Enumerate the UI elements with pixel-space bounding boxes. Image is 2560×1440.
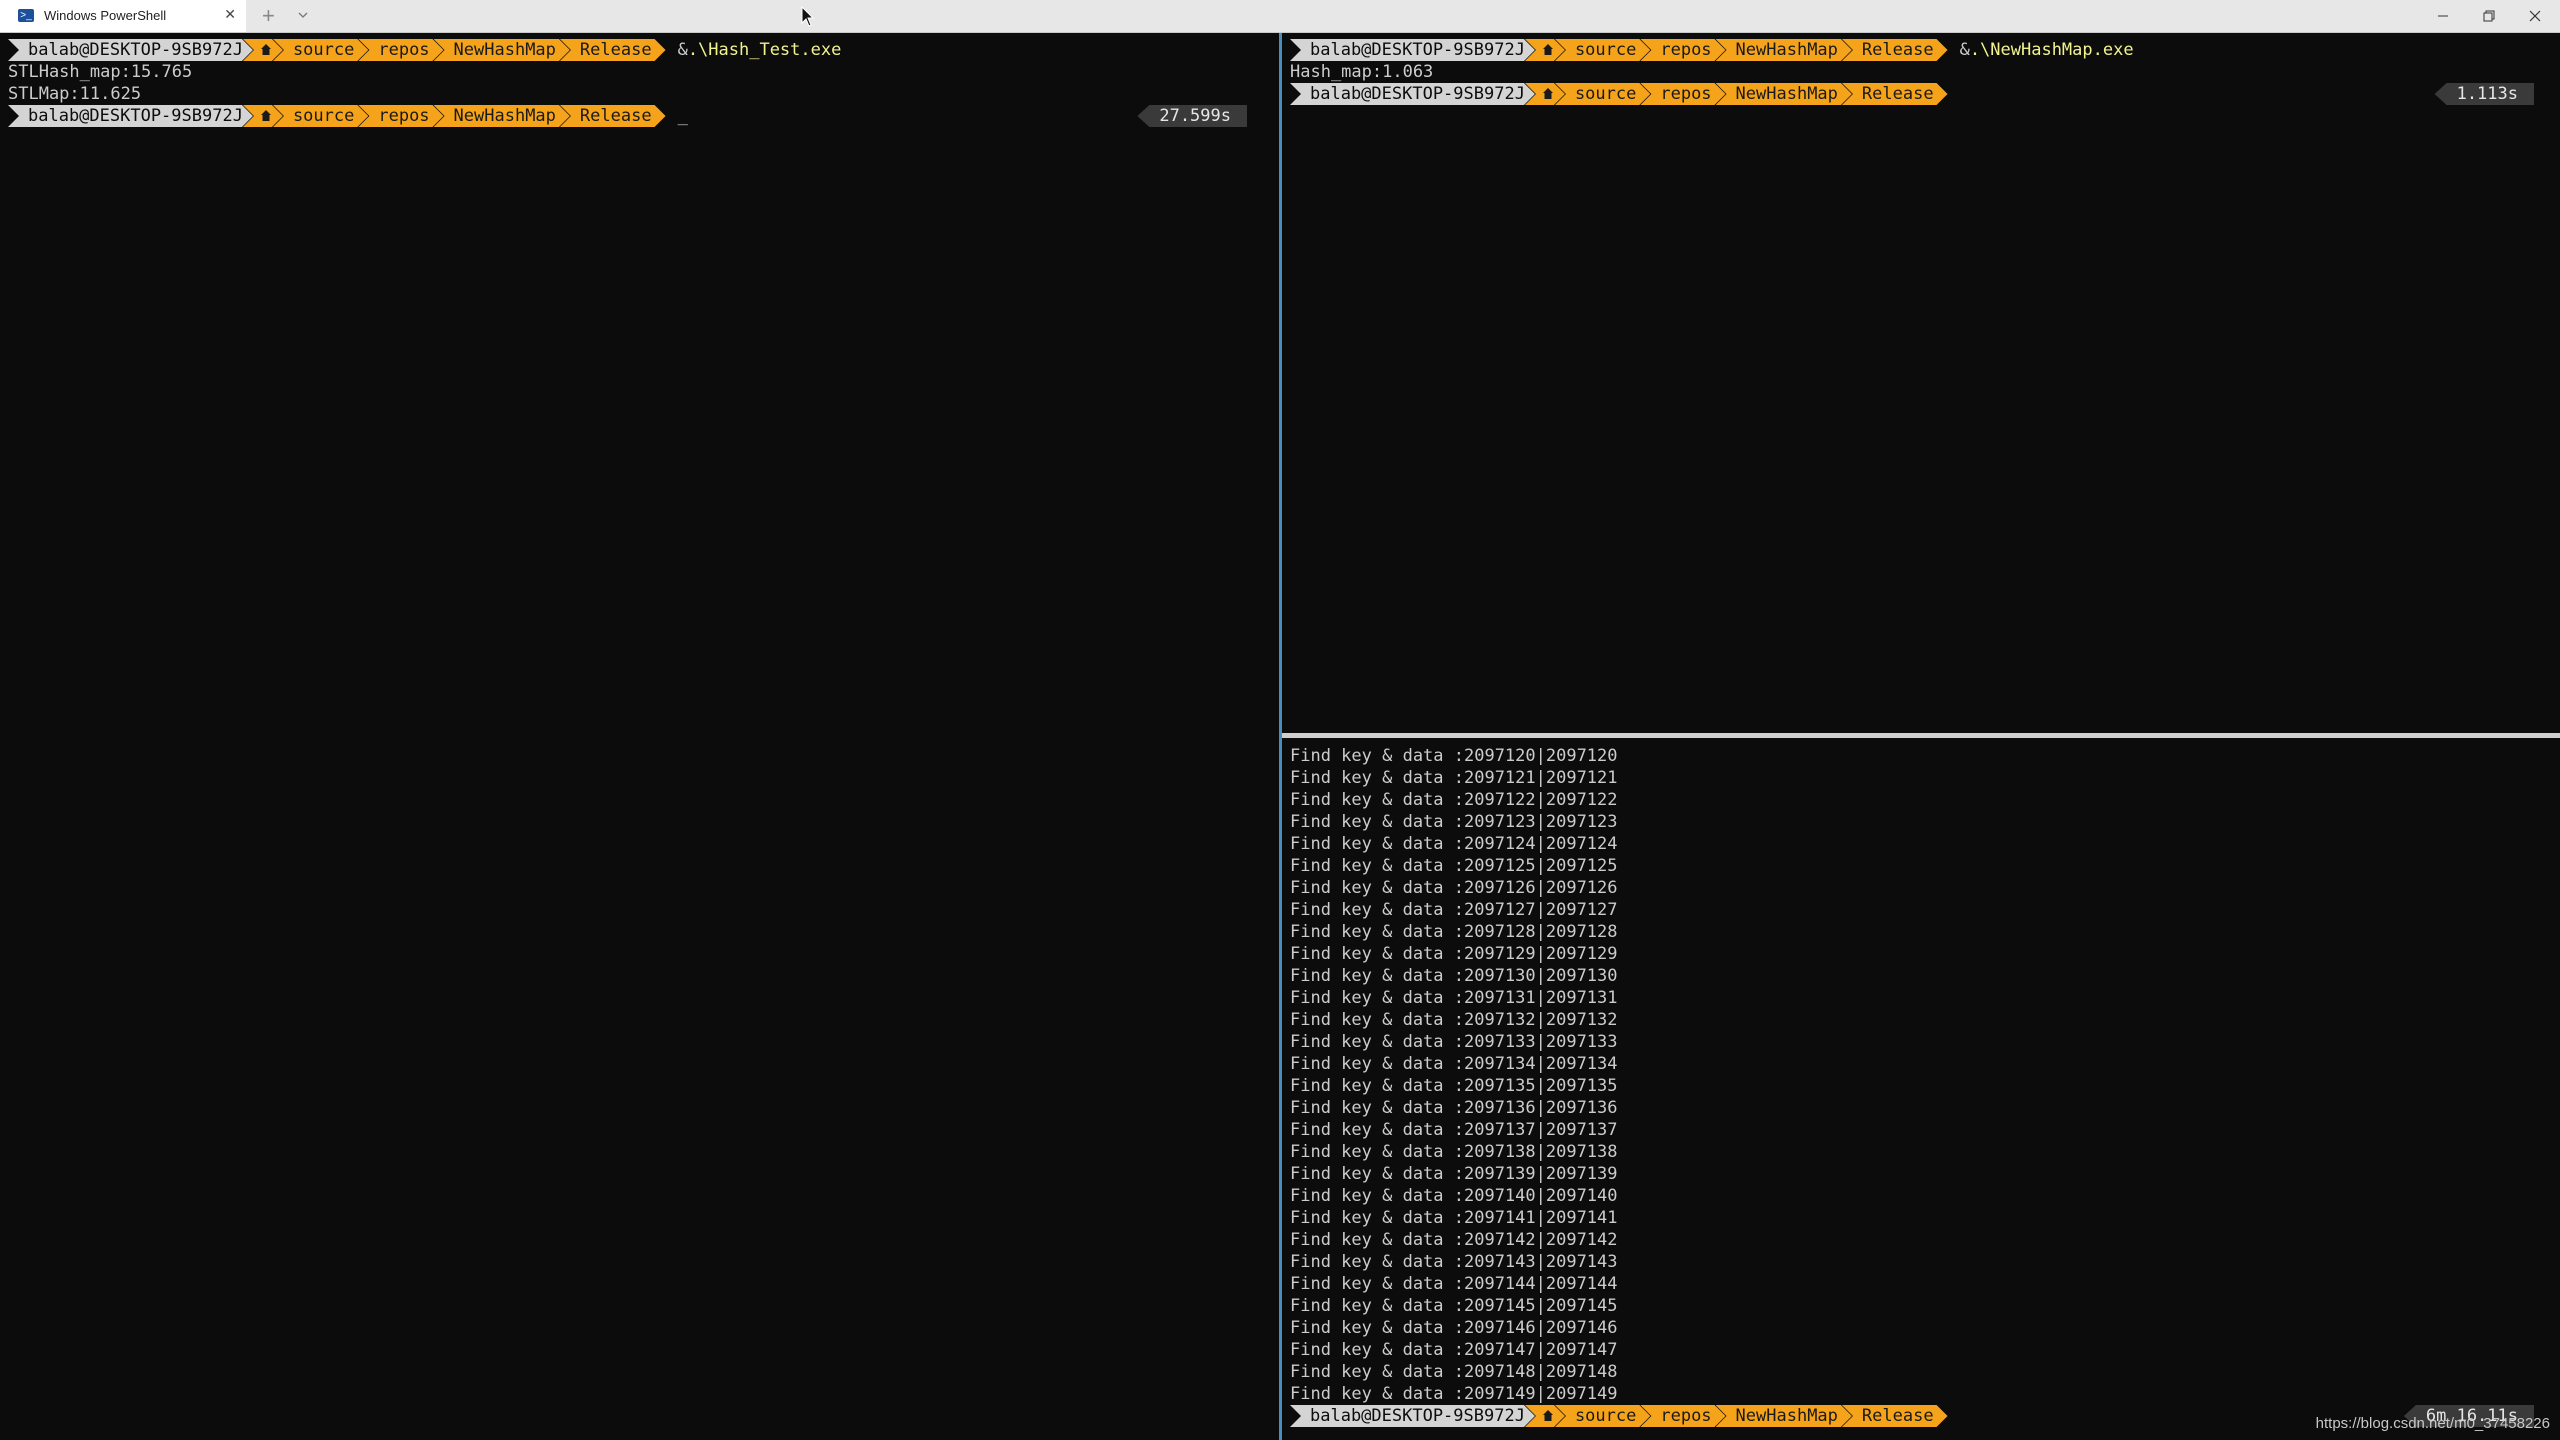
output-line: Find key & data :2097133|2097133 xyxy=(1290,1032,1618,1052)
prompt-path-segment: Release xyxy=(1842,39,1948,61)
prompt-path-segment: repos xyxy=(1640,39,1725,61)
output-line: Find key & data :2097128|2097128 xyxy=(1290,922,1618,942)
output-line: Find key & data :2097146|2097146 xyxy=(1290,1318,1618,1338)
output-line: Find key & data :2097122|2097122 xyxy=(1290,790,1618,810)
output-line: Find key & data :2097142|2097142 xyxy=(1290,1230,1618,1250)
prompt-path-segment: repos xyxy=(1640,1405,1725,1427)
prompt-path-segment: NewHashMap xyxy=(1716,83,1852,105)
prompt-user-segment: balab@DESKTOP-9SB972J xyxy=(8,39,253,61)
prompt-line: balab@DESKTOP-9SB972J source repos NewHa… xyxy=(1290,1405,1948,1427)
output-line: Find key & data :2097121|2097121 xyxy=(1290,768,1618,788)
output-line: Hash_map:1.063 xyxy=(1290,62,1434,82)
output-line: Find key & data :2097120|2097120 xyxy=(1290,746,1618,766)
output-line: Find key & data :2097139|2097139 xyxy=(1290,1164,1618,1184)
output-line: STLMap:11.625 xyxy=(8,84,142,104)
command-text: &.\NewHashMap.exe xyxy=(1959,40,2134,60)
prompt-path-segment: Release xyxy=(1842,83,1948,105)
command-text: &.\Hash_Test.exe xyxy=(677,40,842,60)
close-window-button[interactable] xyxy=(2512,0,2558,32)
output-line: Find key & data :2097131|2097131 xyxy=(1290,988,1618,1008)
prompt-path-segment: repos xyxy=(358,39,443,61)
prompt-path-segment: source xyxy=(273,105,368,127)
prompt-user-segment: balab@DESKTOP-9SB972J xyxy=(8,105,253,127)
prompt-line: balab@DESKTOP-9SB972J source repos NewHa… xyxy=(1290,83,1948,105)
prompt-user-segment: balab@DESKTOP-9SB972J xyxy=(1290,39,1535,61)
title-bar: >_ Windows PowerShell ✕ + xyxy=(0,0,2560,33)
output-line: Find key & data :2097149|2097149 xyxy=(1290,1384,1618,1404)
prompt-path-segment: Release xyxy=(560,39,666,61)
prompt-path-segment: repos xyxy=(358,105,443,127)
text-cursor: _ xyxy=(677,106,688,126)
command-duration: 27.599s xyxy=(1137,105,1247,127)
output-line: Find key & data :2097130|2097130 xyxy=(1290,966,1618,986)
terminal-pane-right-top[interactable]: balab@DESKTOP-9SB972J source repos NewHa… xyxy=(1282,33,2560,733)
command-duration: 1.113s xyxy=(2434,83,2534,105)
prompt-line: balab@DESKTOP-9SB972J source repos NewHa… xyxy=(8,105,688,127)
output-line: Find key & data :2097123|2097123 xyxy=(1290,812,1618,832)
output-line: Find key & data :2097134|2097134 xyxy=(1290,1054,1618,1074)
output-line: Find key & data :2097143|2097143 xyxy=(1290,1252,1618,1272)
output-line: Find key & data :2097144|2097144 xyxy=(1290,1274,1618,1294)
prompt-path-segment: NewHashMap xyxy=(1716,1405,1852,1427)
mouse-cursor-icon xyxy=(801,5,815,32)
output-line: Find key & data :2097132|2097132 xyxy=(1290,1010,1618,1030)
output-line: Find key & data :2097140|2097140 xyxy=(1290,1186,1618,1206)
output-line: Find key & data :2097124|2097124 xyxy=(1290,834,1618,854)
prompt-path-segment: NewHashMap xyxy=(434,105,570,127)
prompt-user-segment: balab@DESKTOP-9SB972J xyxy=(1290,83,1535,105)
prompt-line: balab@DESKTOP-9SB972J source repos NewHa… xyxy=(8,39,841,61)
restore-button[interactable] xyxy=(2466,0,2512,32)
output-line: Find key & data :2097148|2097148 xyxy=(1290,1362,1618,1382)
output-line: Find key & data :2097137|2097137 xyxy=(1290,1120,1618,1140)
output-line: Find key & data :2097135|2097135 xyxy=(1290,1076,1618,1096)
prompt-user-segment: balab@DESKTOP-9SB972J xyxy=(1290,1405,1535,1427)
powershell-icon: >_ xyxy=(18,9,34,22)
output-line: Find key & data :2097136|2097136 xyxy=(1290,1098,1618,1118)
chevron-down-icon[interactable] xyxy=(298,10,308,20)
prompt-path-segment: repos xyxy=(1640,83,1725,105)
prompt-line: balab@DESKTOP-9SB972J source repos NewHa… xyxy=(1290,39,2134,61)
tab-title: Windows PowerShell xyxy=(44,8,167,23)
new-tab-button[interactable]: + xyxy=(262,3,275,29)
output-line: Find key & data :2097141|2097141 xyxy=(1290,1208,1618,1228)
minimize-button[interactable] xyxy=(2420,0,2466,32)
output-line: Find key & data :2097127|2097127 xyxy=(1290,900,1618,920)
output-line: Find key & data :2097145|2097145 xyxy=(1290,1296,1618,1316)
output-line: Find key & data :2097147|2097147 xyxy=(1290,1340,1618,1360)
terminal-pane-right-bottom[interactable]: Find key & data :2097120|2097120 Find ke… xyxy=(1282,738,2560,1440)
close-tab-icon[interactable]: ✕ xyxy=(224,6,236,23)
prompt-path-segment: source xyxy=(1555,83,1650,105)
output-line: STLHash_map:15.765 xyxy=(8,62,193,82)
terminal-pane-left[interactable]: balab@DESKTOP-9SB972J source repos NewHa… xyxy=(0,33,1279,1440)
prompt-path-segment: NewHashMap xyxy=(434,39,570,61)
output-line: Find key & data :2097129|2097129 xyxy=(1290,944,1618,964)
prompt-path-segment: source xyxy=(1555,39,1650,61)
output-line: Find key & data :2097125|2097125 xyxy=(1290,856,1618,876)
prompt-path-segment: source xyxy=(1555,1405,1650,1427)
watermark-url: https://blog.csdn.net/m0_37458226 xyxy=(2315,1415,2550,1432)
output-line: Find key & data :2097138|2097138 xyxy=(1290,1142,1618,1162)
prompt-path-segment: NewHashMap xyxy=(1716,39,1852,61)
prompt-path-segment: source xyxy=(273,39,368,61)
prompt-path-segment: Release xyxy=(560,105,666,127)
prompt-path-segment: Release xyxy=(1842,1405,1948,1427)
output-line: Find key & data :2097126|2097126 xyxy=(1290,878,1618,898)
tab-windows-powershell[interactable]: >_ Windows PowerShell ✕ xyxy=(0,0,246,32)
